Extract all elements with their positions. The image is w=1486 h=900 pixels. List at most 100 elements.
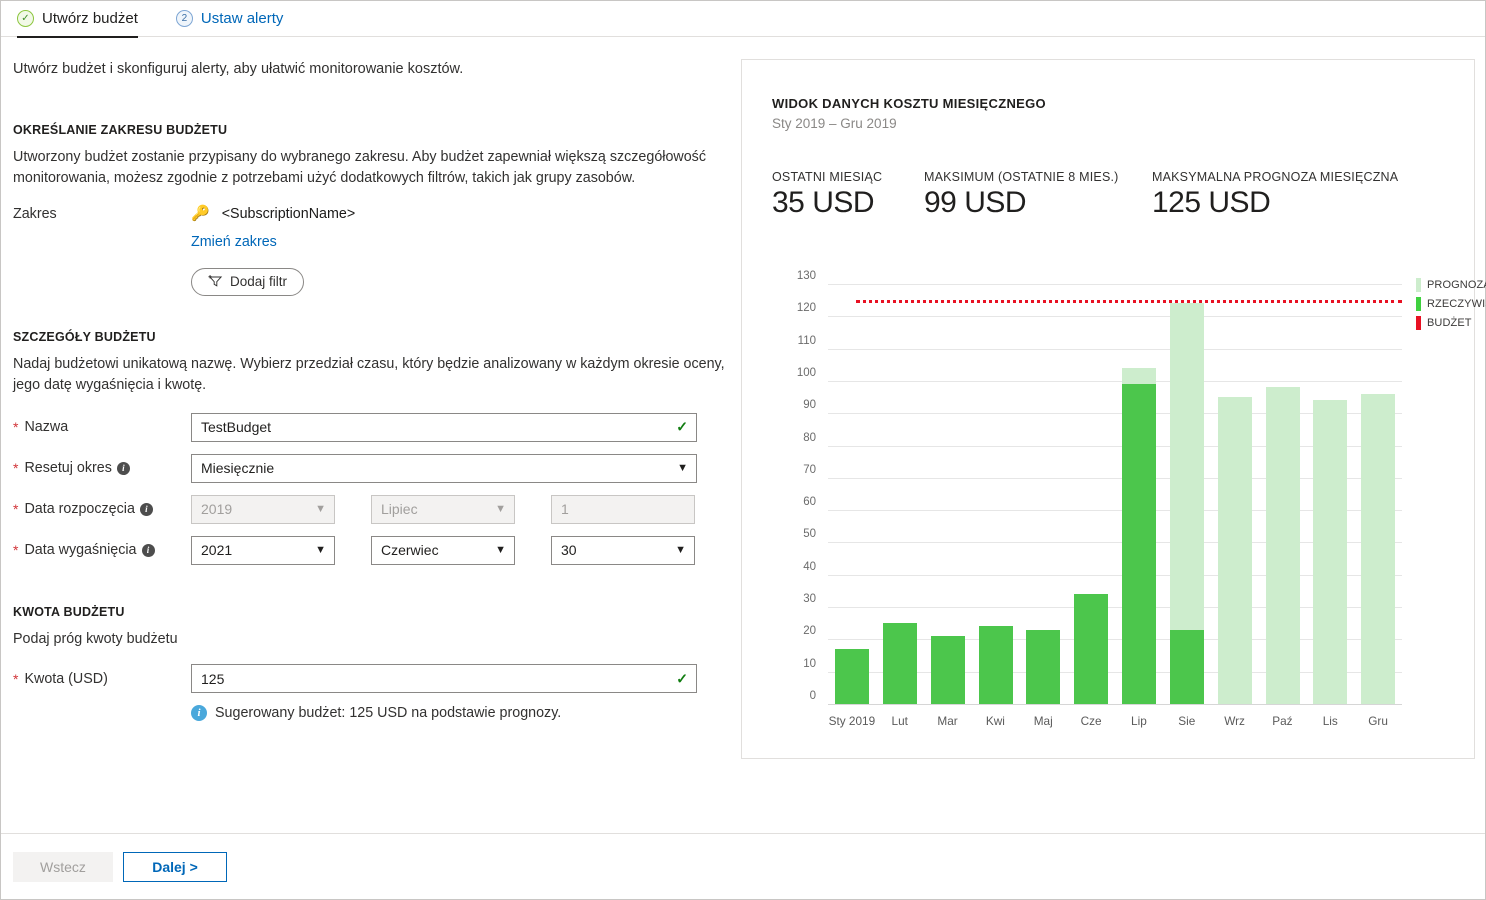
kpi-value: 35 USD	[772, 186, 875, 219]
info-icon[interactable]: i	[116, 461, 130, 475]
legend-item[interactable]: BUDŻET	[1416, 316, 1486, 330]
bar-group	[1306, 284, 1354, 704]
budget-form: OKREŚLANIE ZAKRESU BUDŻETU Utworzony bud…	[13, 123, 728, 722]
back-button[interactable]: Wstecz	[13, 851, 113, 882]
create-budget-page: ✓ Utwórz budżet 2 Ustaw alerty Utwórz bu…	[0, 0, 1486, 900]
legend-label: RZECZYWISTE	[1427, 298, 1486, 310]
amount-label-text: Kwota (USD)	[24, 670, 108, 687]
panel-subtitle: Sty 2019 – Gru 2019	[772, 116, 897, 131]
actual-bar[interactable]	[882, 623, 917, 704]
name-row: * Nazwa TestBudget ✓	[13, 412, 728, 442]
y-axis-tick-label: 130	[796, 270, 816, 282]
scope-section-title: OKREŚLANIE ZAKRESU BUDŻETU	[13, 123, 228, 137]
intro-text: Utwórz budżet i skonfiguruj alerty, aby …	[13, 61, 464, 77]
reset-period-select[interactable]: Miesięcznie ▼	[191, 453, 697, 483]
bar-group	[924, 284, 972, 704]
kpi-1: OSTATNI MIESIĄC 35 USD	[772, 170, 882, 220]
actual-bar[interactable]	[1026, 629, 1061, 704]
kpi-label: OSTATNI MIESIĄC	[772, 170, 883, 184]
scope-row: Zakres 🔑 <SubscriptionName>	[13, 206, 728, 222]
y-axis-tick-label: 60	[803, 496, 816, 509]
expire-month-cell: Czerwiec ▼	[371, 535, 515, 565]
forecast-bar[interactable]	[1217, 397, 1252, 704]
expire-day-value: 30	[561, 542, 577, 559]
bar-group	[972, 284, 1020, 704]
amount-section-title: KWOTA BUDŻETU	[13, 604, 125, 619]
chart-x-axis	[828, 704, 1402, 705]
start-month-select: Lipiec ▼	[371, 494, 515, 524]
actual-bar[interactable]	[1074, 594, 1109, 704]
chevron-down-icon: ▼	[675, 544, 686, 557]
y-axis-tick-label: 110	[797, 334, 816, 347]
scope-section-description: Utworzony budżet zostanie przypisany do …	[13, 149, 706, 187]
y-axis-tick-label: 20	[803, 625, 816, 638]
y-axis-tick-label: 70	[803, 463, 816, 476]
legend-item[interactable]: RZECZYWISTE	[1416, 297, 1486, 311]
actual-bar[interactable]	[978, 626, 1013, 704]
kpi-value: 125 USD	[1152, 186, 1271, 219]
kpi-value: 99 USD	[924, 186, 1027, 219]
bar-group	[1115, 284, 1163, 704]
info-icon[interactable]: i	[141, 543, 155, 557]
y-axis-tick-label: 50	[803, 528, 816, 541]
expire-year-cell: 2021 ▼	[191, 535, 335, 565]
expire-day-select[interactable]: 30 ▼	[551, 535, 695, 565]
subscription-name: <SubscriptionName>	[221, 205, 356, 222]
valid-check-icon: ✓	[676, 670, 688, 687]
y-axis-tick-label: 100	[796, 366, 816, 379]
expire-month-select[interactable]: Czerwiec ▼	[371, 535, 515, 565]
actual-bar[interactable]	[930, 636, 965, 704]
change-scope-row: Zmień zakres	[13, 234, 728, 250]
suggested-budget-text: Sugerowany budżet: 125 USD na podstawie …	[215, 705, 562, 722]
bar-group	[828, 284, 876, 704]
kpi-3: MAKSYMALNA PROGNOZA MIESIĘCZNA 125 USD	[1152, 170, 1398, 220]
legend-label: PROGNOZA	[1427, 279, 1486, 291]
y-axis-tick-label: 10	[803, 657, 816, 670]
expire-year-select[interactable]: 2021 ▼	[191, 535, 335, 565]
suggested-budget-hint: i Sugerowany budżet: 125 USD na podstawi…	[191, 705, 728, 722]
wizard-footer: Wstecz Dalej >	[1, 833, 1485, 899]
check-circle-icon: ✓	[17, 10, 34, 27]
actual-bar[interactable]	[1122, 384, 1156, 704]
y-axis-tick-label: 40	[803, 560, 816, 573]
actual-bar[interactable]	[835, 649, 869, 704]
info-icon[interactable]: i	[139, 502, 153, 516]
reset-period-row: * Resetuj okres i Miesięcznie ▼	[13, 453, 728, 483]
chart-plot-area: 0 10 20 30 40 50 60 70 80 90 100 110 120 130	[797, 270, 1402, 705]
next-button[interactable]: Dalej >	[123, 851, 227, 882]
amount-input[interactable]: 125 ✓	[191, 664, 697, 694]
forecast-bar[interactable]	[1313, 400, 1348, 704]
start-day-cell: 1	[551, 494, 695, 524]
bar-group	[1163, 284, 1211, 704]
kpi-2: MAKSIMUM (OSTATNIE 8 MIES.) 99 USD	[924, 170, 1119, 220]
bar-group	[1019, 284, 1067, 704]
back-button-label: Wstecz	[40, 858, 86, 875]
forecast-bar[interactable]	[1361, 393, 1396, 704]
forecast-bar[interactable]	[1265, 387, 1300, 704]
chevron-down-icon: ▼	[315, 544, 326, 557]
y-axis-tick-label: 0	[809, 690, 816, 702]
scope-label: Zakres	[13, 205, 57, 222]
name-input[interactable]: TestBudget ✓	[191, 412, 697, 442]
start-date-label-text: Data rozpoczęcia	[24, 501, 135, 518]
required-marker: *	[13, 501, 19, 518]
name-input-value: TestBudget	[201, 419, 272, 436]
reset-period-label-text: Resetuj okres	[24, 460, 112, 477]
legend-label: BUDŻET	[1427, 317, 1472, 329]
actual-bar[interactable]	[1169, 629, 1204, 704]
legend-swatch	[1416, 316, 1421, 330]
change-scope-link[interactable]: Zmień zakres	[191, 234, 277, 250]
tab-set-alerts[interactable]: 2 Ustaw alerty	[175, 1, 298, 37]
bar-group	[876, 284, 924, 704]
legend-item[interactable]: PROGNOZA	[1416, 278, 1486, 292]
add-filter-button[interactable]: Dodaj filtr	[191, 267, 305, 296]
scope-value-group: 🔑 <SubscriptionName>	[191, 206, 355, 222]
monthly-cost-chart: 0 10 20 30 40 50 60 70 80 90 100 110 120 130 PROGNOZA…	[768, 270, 1486, 742]
next-button-label: Dalej >	[152, 858, 198, 875]
start-date-group: 2019 ▼ Lipiec ▼ 1	[191, 494, 695, 524]
tab-set-alerts-label: Ustaw alerty	[200, 10, 284, 27]
tab-create-budget[interactable]: ✓ Utwórz budżet	[17, 1, 152, 38]
start-year-select: 2019 ▼	[191, 494, 335, 524]
panel-title: WIDOK DANYCH KOSZTU MIESIĘCZNEGO	[772, 96, 1046, 111]
chevron-down-icon: ▼	[495, 503, 506, 516]
